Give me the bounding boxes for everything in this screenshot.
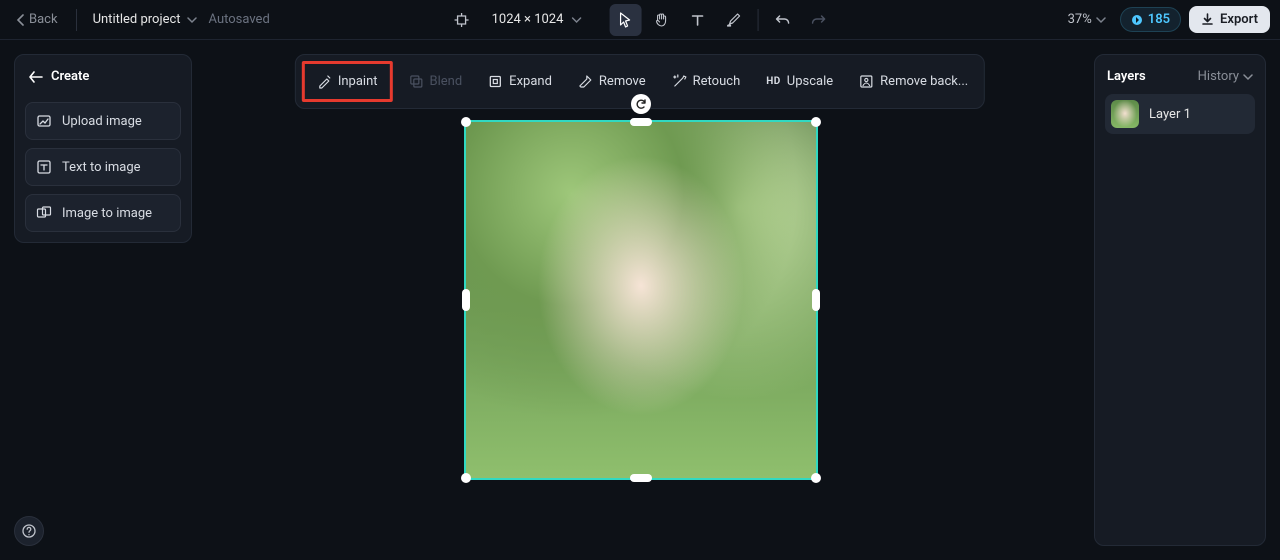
upload-image-icon	[36, 113, 52, 129]
export-button[interactable]: Export	[1189, 6, 1270, 33]
brush-tool[interactable]	[717, 4, 749, 36]
chevron-left-icon	[16, 14, 25, 26]
blend-icon	[409, 74, 424, 89]
chevron-down-icon	[571, 16, 581, 24]
remove-background-button[interactable]: Remove back...	[849, 68, 978, 95]
canvas-selection[interactable]	[464, 120, 818, 480]
create-title: Create	[51, 69, 89, 84]
create-panel: Create Upload image Text to image Image …	[14, 54, 192, 243]
project-name: Untitled project	[93, 12, 181, 27]
hd-badge: HD	[766, 76, 781, 87]
eraser-icon	[578, 74, 593, 89]
highlight-annotation: Inpaint	[302, 61, 393, 102]
canvas-image	[466, 122, 816, 478]
inpaint-icon	[317, 74, 332, 89]
inpaint-button[interactable]: Inpaint	[307, 68, 388, 95]
canvas-dimensions-dropdown[interactable]: 1024 × 1024	[482, 8, 592, 31]
action-label: Expand	[509, 74, 552, 89]
resize-handle-tl[interactable]	[461, 117, 471, 127]
action-label: Blend	[430, 74, 463, 89]
back-label: Back	[29, 12, 58, 27]
action-label: Inpaint	[338, 74, 378, 89]
credits-icon	[1131, 14, 1143, 26]
action-label: Remove back...	[880, 74, 968, 89]
layer-item[interactable]: Layer 1	[1105, 94, 1255, 134]
history-label: History	[1198, 69, 1239, 84]
layer-thumbnail	[1111, 100, 1139, 128]
chevron-down-icon	[1096, 16, 1106, 24]
canvas-toolbar: 1024 × 1024	[446, 4, 835, 36]
wand-icon	[672, 74, 687, 89]
layers-panel: Layers History Layer 1	[1094, 54, 1266, 546]
action-label: Retouch	[693, 74, 741, 89]
chevron-down-icon	[1243, 73, 1253, 81]
image-to-image-icon	[36, 205, 52, 221]
layers-title: Layers	[1107, 69, 1146, 84]
redo-button[interactable]	[802, 4, 834, 36]
chevron-down-icon	[187, 16, 197, 24]
undo-button[interactable]	[766, 4, 798, 36]
autosave-status: Autosaved	[209, 12, 270, 27]
resize-handle-tr[interactable]	[811, 117, 821, 127]
create-panel-header: Create	[25, 65, 181, 94]
back-button[interactable]: Back	[10, 8, 64, 31]
create-item-label: Upload image	[62, 114, 142, 129]
help-icon	[22, 524, 36, 538]
image-to-image-button[interactable]: Image to image	[25, 194, 181, 232]
resize-handle-r[interactable]	[812, 289, 820, 311]
divider	[76, 9, 77, 31]
help-button[interactable]	[14, 516, 44, 546]
retouch-button[interactable]: Retouch	[662, 68, 751, 95]
blend-button[interactable]: Blend	[399, 68, 473, 95]
canvas-dimensions: 1024 × 1024	[492, 12, 564, 27]
resize-handle-bl[interactable]	[461, 473, 471, 483]
history-dropdown[interactable]: History	[1198, 69, 1253, 84]
layers-panel-header: Layers History	[1105, 65, 1255, 94]
project-name-dropdown[interactable]: Untitled project	[89, 8, 201, 31]
crop-tool[interactable]	[446, 4, 478, 36]
create-item-label: Text to image	[62, 160, 141, 175]
credits-value: 185	[1148, 12, 1170, 27]
resize-handle-t[interactable]	[630, 118, 652, 126]
expand-button[interactable]: Expand	[478, 68, 562, 95]
text-tool[interactable]	[681, 4, 713, 36]
hand-tool[interactable]	[645, 4, 677, 36]
resize-handle-l[interactable]	[462, 289, 470, 311]
back-arrow-icon	[29, 71, 43, 83]
layer-label: Layer 1	[1149, 107, 1191, 122]
export-label: Export	[1220, 12, 1258, 27]
cursor-tool[interactable]	[609, 4, 641, 36]
zoom-dropdown[interactable]: 37%	[1062, 8, 1112, 31]
text-to-image-button[interactable]: Text to image	[25, 148, 181, 186]
create-item-label: Image to image	[62, 206, 152, 221]
zoom-value: 37%	[1068, 12, 1092, 27]
divider	[757, 9, 758, 31]
upscale-button[interactable]: HD Upscale	[756, 68, 843, 95]
action-label: Upscale	[787, 74, 833, 89]
remove-button[interactable]: Remove	[568, 68, 656, 95]
top-bar: Back Untitled project Autosaved 1024 × 1…	[0, 0, 1280, 40]
download-icon	[1201, 13, 1214, 26]
resize-handle-b[interactable]	[630, 474, 652, 482]
text-to-image-icon	[36, 159, 52, 175]
remove-bg-icon	[859, 74, 874, 89]
rotate-handle[interactable]	[631, 94, 651, 114]
upload-image-button[interactable]: Upload image	[25, 102, 181, 140]
expand-icon	[488, 74, 503, 89]
credits-chip[interactable]: 185	[1120, 7, 1181, 32]
action-label: Remove	[599, 74, 646, 89]
resize-handle-br[interactable]	[811, 473, 821, 483]
